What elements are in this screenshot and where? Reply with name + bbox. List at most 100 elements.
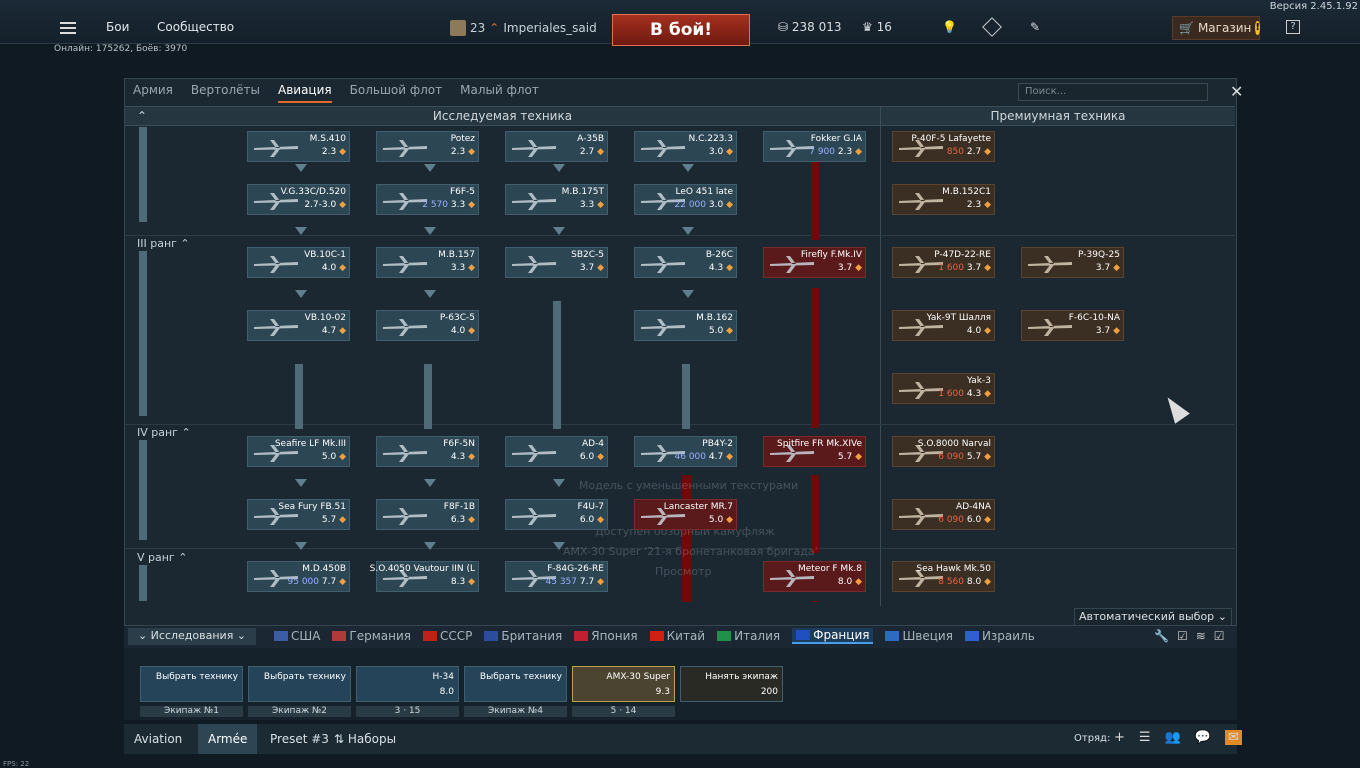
nation-tab[interactable]: Британия [484, 629, 562, 643]
checkbox-icon[interactable]: ☑ [1214, 629, 1225, 643]
vehicle-card[interactable]: Spitfire FR Mk.XIVe 5.7 ◆ [763, 436, 866, 467]
crew-slot[interactable]: Выбрать технику [140, 666, 243, 702]
nation-tab[interactable]: Франция [792, 628, 874, 644]
vehicle-card[interactable]: P-63C-5 4.0 ◆ [376, 310, 479, 341]
checkbox-icon[interactable]: ☑ [1177, 629, 1188, 643]
coupon-icon[interactable]: ✎ [1030, 20, 1040, 34]
arrow-down-icon [553, 227, 565, 235]
vehicle-card[interactable]: Lancaster MR.7 5.0 ◆ [634, 499, 737, 530]
vehicle-card[interactable]: M.S.410 2.3 ◆ [247, 131, 350, 162]
mail-icon[interactable]: ✉ [1224, 730, 1242, 745]
premium-vehicle-card[interactable]: Yak-9T Шалля 4.0 ◆ [892, 310, 995, 341]
vehicle-card[interactable]: M.B.157 3.3 ◆ [376, 247, 479, 278]
tab-army[interactable]: Армия [133, 79, 173, 103]
nation-tab[interactable]: Италия [717, 629, 780, 643]
fight-button[interactable]: В бой! [612, 14, 750, 46]
search-input[interactable]: Поиск... [1018, 83, 1208, 101]
friends-icon[interactable]: 👥 [1165, 730, 1181, 745]
vehicle-card[interactable]: V.G.33C/D.520 2.7-3.0 ◆ [247, 184, 350, 215]
nation-tab[interactable]: Япония [574, 629, 638, 643]
tab-bluewater-fleet[interactable]: Большой флот [350, 79, 443, 103]
vehicle-card[interactable]: LeO 451 late 22 000 3.0 ◆ [634, 184, 737, 215]
vehicle-card[interactable]: Firefly F.Mk.IV 3.7 ◆ [763, 247, 866, 278]
community-link[interactable]: Сообщество [157, 20, 234, 34]
vehicle-card[interactable]: A-35B 2.7 ◆ [505, 131, 608, 162]
nation-tab[interactable]: Германия [332, 629, 411, 643]
aircraft-icon [254, 256, 298, 273]
close-icon[interactable]: ✕ [1230, 82, 1243, 101]
flag-icon [885, 631, 900, 641]
premium-vehicle-card[interactable]: P-47D-22-RE 1 600 3.7 ◆ [892, 247, 995, 278]
vehicle-card[interactable]: SB2C-5 3.7 ◆ [505, 247, 608, 278]
menu-icon[interactable] [60, 22, 76, 34]
br-value: 6.0 [579, 452, 595, 462]
crew-slot[interactable]: Выбрать технику [464, 666, 567, 702]
tab-coastal-fleet[interactable]: Малый флот [460, 79, 539, 103]
presets-sets[interactable]: ⇅ Наборы [324, 724, 406, 754]
research-button[interactable]: ⌄ Исследования ⌄ [128, 628, 256, 645]
vehicle-br: 2.3 ◆ [451, 147, 475, 157]
vehicle-card[interactable]: F-84G-26-RE 45 357 7.7 ◆ [505, 561, 608, 592]
premium-vehicle-card[interactable]: P-39Q-25 3.7 ◆ [1021, 247, 1124, 278]
wrench-icon[interactable]: 🔧 [1154, 629, 1169, 643]
gold-eagles[interactable]: ♛ 16 [862, 20, 892, 34]
vehicle-card[interactable]: M.B.162 5.0 ◆ [634, 310, 737, 341]
nation-tab[interactable]: СССР [423, 629, 472, 643]
vehicle-card[interactable]: AD-4 6.0 ◆ [505, 436, 608, 467]
vehicle-br: 3.7 ◆ [838, 263, 862, 273]
vehicle-card[interactable]: F6F-5 2 570 3.3 ◆ [376, 184, 479, 215]
vehicle-card[interactable]: Fokker G.IA 7 900 2.3 ◆ [763, 131, 866, 162]
collapse-icon[interactable]: ⌃ [137, 107, 147, 125]
preset-armee[interactable]: Armée [198, 724, 258, 754]
crew-slot[interactable]: Выбрать технику [248, 666, 351, 702]
vehicle-name: M.B.157 [438, 250, 475, 260]
vehicle-card[interactable]: S.O.4050 Vautour IIN (L 8.3 ◆ [370, 561, 479, 592]
lightbulb-icon[interactable]: 💡 [942, 20, 957, 34]
vehicle-card[interactable]: N.C.223.3 3.0 ◆ [634, 131, 737, 162]
crew-slot[interactable]: H-34 8.0 [356, 666, 459, 702]
vehicle-br: 4.0 ◆ [322, 263, 346, 273]
tab-aviation[interactable]: Авиация [278, 79, 332, 103]
vehicle-card[interactable]: F4U-7 6.0 ◆ [505, 499, 608, 530]
vehicle-card[interactable]: VB.10-02 4.7 ◆ [247, 310, 350, 341]
vehicle-card[interactable]: M.D.450B 95 000 7.7 ◆ [247, 561, 350, 592]
auto-select-dropdown[interactable]: Автоматический выбор ⌄ [1074, 608, 1232, 626]
premium-vehicle-card[interactable]: P-40F-5 Lafayette 850 2.7 ◆ [892, 131, 995, 162]
vehicle-card[interactable]: B-26C 4.3 ◆ [634, 247, 737, 278]
vehicle-price: 6 090 [938, 515, 964, 525]
vehicle-card[interactable]: Potez 2.3 ◆ [376, 131, 479, 162]
nation-tab[interactable]: США [274, 629, 320, 643]
diamond-icon[interactable] [982, 17, 1002, 37]
nation-tab[interactable]: Швеция [885, 629, 953, 643]
nation-tab[interactable]: Китай [649, 629, 705, 643]
vehicle-card[interactable]: VB.10C-1 4.0 ◆ [247, 247, 350, 278]
vehicle-card[interactable]: Meteor F Mk.8 8.0 ◆ [763, 561, 866, 592]
vehicle-card[interactable]: F8F-1B 6.3 ◆ [376, 499, 479, 530]
add-icon[interactable]: + [1114, 730, 1125, 745]
vehicle-card[interactable]: M.B.175T 3.3 ◆ [505, 184, 608, 215]
crew-slot[interactable]: Нанять экипаж 200 [680, 666, 783, 702]
vehicle-card[interactable]: Sea Fury FB.51 5.7 ◆ [247, 499, 350, 530]
help-button[interactable]: ? [1286, 20, 1300, 34]
silver-lions[interactable]: ⛁ 238 013 [778, 20, 842, 34]
player-info[interactable]: 23 ⌃ Imperiales_said [450, 20, 597, 36]
battles-link[interactable]: Бои [106, 20, 129, 34]
list-icon[interactable]: ☰ [1139, 730, 1151, 745]
premium-vehicle-card[interactable]: F-6C-10-NA 3.7 ◆ [1021, 310, 1124, 341]
crew-slot[interactable]: AMX-30 Super 9.3 [572, 666, 675, 702]
chat-icon[interactable]: 💬 [1195, 730, 1211, 745]
premium-vehicle-card[interactable]: AD-4NA 6 090 6.0 ◆ [892, 499, 995, 530]
tab-helicopters[interactable]: Вертолёты [191, 79, 260, 103]
shop-button[interactable]: 🛒 Магазин ! [1172, 16, 1260, 40]
premium-vehicle-card[interactable]: Yak-3 1 600 4.3 ◆ [892, 373, 995, 404]
premium-vehicle-card[interactable]: M.B.152C1 2.3 ◆ [892, 184, 995, 215]
premium-vehicle-card[interactable]: S.O.8000 Narval 6 090 5.7 ◆ [892, 436, 995, 467]
vehicle-card[interactable]: PB4Y-2 46 000 4.7 ◆ [634, 436, 737, 467]
vehicle-name: Firefly F.Mk.IV [800, 250, 862, 260]
vehicle-card[interactable]: F6F-5N 4.3 ◆ [376, 436, 479, 467]
filter-icon[interactable]: ≋ [1196, 629, 1206, 643]
vehicle-card[interactable]: Seafire LF Mk.III 5.0 ◆ [247, 436, 350, 467]
nation-tab[interactable]: Израиль [964, 629, 1035, 643]
premium-vehicle-card[interactable]: Sea Hawk Mk.50 8 560 8.0 ◆ [892, 561, 995, 592]
preset-aviation[interactable]: Aviation [124, 724, 192, 754]
